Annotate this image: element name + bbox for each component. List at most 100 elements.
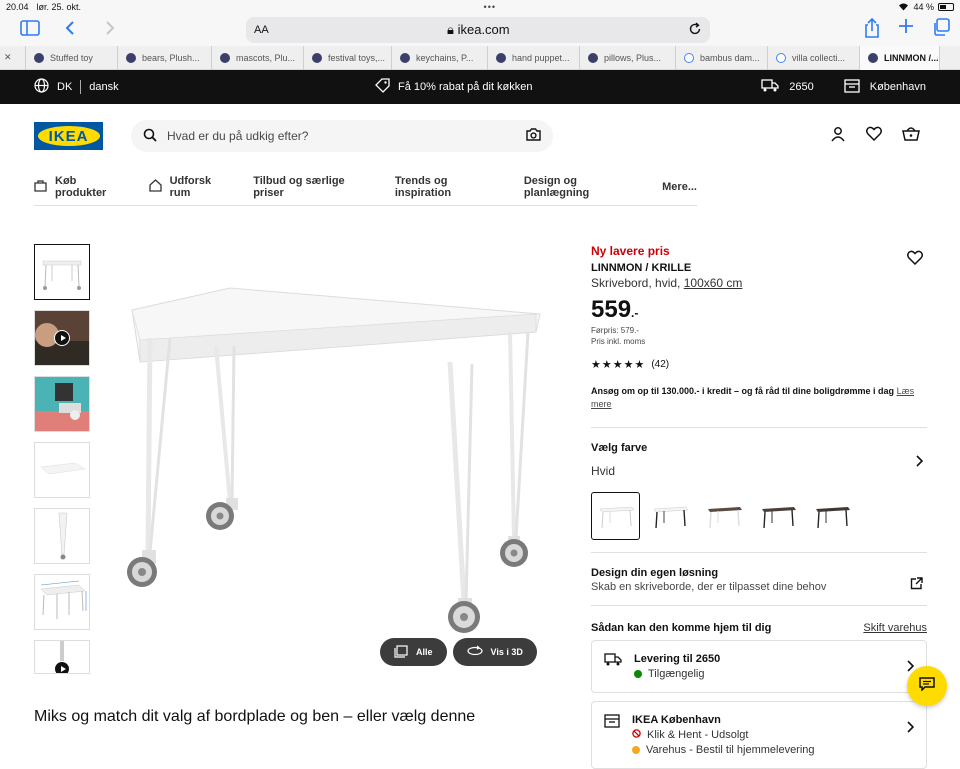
sidebar-icon[interactable]	[10, 19, 50, 41]
swatch-dark-black[interactable]	[807, 492, 856, 540]
nav-offers[interactable]: Tilbud og særlige priser	[253, 175, 373, 199]
new-tab-icon[interactable]	[898, 18, 914, 43]
color-swatches	[591, 492, 927, 540]
browser-tab[interactable]: villa collecti...	[768, 45, 860, 70]
tab-label: keychains, P...	[416, 52, 474, 63]
favicon-icon	[496, 52, 506, 63]
camera-icon[interactable]	[526, 128, 541, 144]
globe-icon	[34, 78, 49, 96]
tag-icon	[375, 78, 390, 96]
tab-label: bambus dam...	[700, 52, 760, 63]
nav-design-planning[interactable]: Design og planlægning	[524, 175, 640, 199]
thumbnail-leg[interactable]	[34, 508, 90, 564]
thumbnail-desk-white[interactable]	[34, 244, 90, 300]
add-to-wishlist-heart-icon[interactable]	[907, 250, 923, 270]
thumbnail-list	[34, 244, 90, 684]
product-size-link[interactable]: 100x60 cm	[684, 276, 743, 290]
language-selector[interactable]: DK dansk	[34, 78, 119, 96]
tab-bar: ✕ Stuffed toy bears, Plush... mascots, Plu…	[0, 45, 960, 70]
design-your-own-link[interactable]: Design din egen løsning Skab en skrivebo…	[591, 567, 927, 593]
tab-label: mascots, Plu...	[236, 52, 296, 63]
thumbnail-video-2[interactable]	[34, 640, 90, 674]
forward-icon[interactable]	[90, 20, 130, 41]
show-all-button[interactable]: Alle	[380, 638, 447, 666]
view-3d-button[interactable]: Vis i 3D	[452, 638, 537, 666]
ikea-logo[interactable]: IKEA	[34, 122, 103, 150]
store-title: IKEA København	[632, 714, 721, 726]
browser-tab[interactable]: bears, Plush...	[118, 45, 212, 70]
favicon-icon	[588, 52, 598, 63]
multitask-dots[interactable]: •••	[81, 2, 898, 12]
nav-trends[interactable]: Trends og inspiration	[395, 175, 502, 199]
delivery-heading: Sådan kan den komme hjem til dig	[591, 622, 772, 634]
share-icon[interactable]	[864, 17, 880, 43]
rating-stars: ★★★★★	[591, 359, 646, 371]
reload-icon[interactable]	[688, 21, 702, 39]
thumbnail-tabletop[interactable]	[34, 442, 90, 498]
delivery-option-home[interactable]: Levering til 2650 Tilgængelig	[591, 640, 927, 693]
delivery-header: Sådan kan den komme hjem til dig Skift v…	[591, 622, 927, 634]
browser-tab[interactable]: bambus dam...	[676, 45, 768, 70]
url-bar[interactable]: AA 🔒︎ ikea.com	[246, 17, 710, 43]
thumbnail-video-1[interactable]	[34, 310, 90, 366]
swatch-brown-white[interactable]	[699, 492, 748, 540]
truck-icon	[604, 653, 622, 680]
divider	[591, 427, 927, 428]
tab-label: pillows, Plus...	[604, 52, 662, 63]
delivery-option-store[interactable]: IKEA København Klik & Hent - Udsolgt Var…	[591, 701, 927, 769]
tab-partial[interactable]: ✕	[0, 45, 26, 70]
browser-tab[interactable]: LINNMON /...	[860, 45, 940, 70]
battery-icon	[938, 3, 954, 11]
browser-tab[interactable]: mascots, Plu...	[212, 45, 304, 70]
product-info-panel: Ny lavere pris LINNMON / KRILLE Skrivebo…	[591, 244, 927, 769]
product-main-image[interactable]	[110, 240, 560, 660]
browser-tab[interactable]: Stuffed toy	[26, 45, 118, 70]
browser-tab[interactable]: festival toys,...	[304, 45, 392, 70]
show-all-label: Alle	[416, 647, 433, 657]
color-value: Hvid	[591, 464, 616, 478]
tab-label: bears, Plush...	[142, 52, 200, 63]
chat-button[interactable]	[907, 666, 947, 706]
gallery-buttons: Alle Vis i 3D	[380, 638, 537, 666]
browser-tab[interactable]: hand puppet...	[488, 45, 580, 70]
rating[interactable]: ★★★★★ (42)	[591, 358, 927, 371]
close-icon[interactable]: ✕	[4, 52, 12, 63]
tab-label: LINNMON /...	[884, 52, 939, 63]
country-code: DK	[57, 81, 73, 93]
search-icon	[143, 128, 157, 145]
tabs-overview-icon[interactable]	[932, 17, 950, 43]
change-store-link[interactable]: Skift varehus	[863, 622, 927, 634]
search-input[interactable]: Hvad er du på udkig efter?	[131, 120, 553, 152]
lock-icon: 🔒︎	[447, 22, 454, 37]
favicon-icon	[868, 52, 878, 63]
nav-label: Mere...	[662, 180, 697, 193]
gallery-icon	[394, 644, 408, 660]
back-icon[interactable]	[50, 20, 90, 41]
promo-link[interactable]: Få 10% rabat på dit køkken	[375, 78, 533, 96]
browser-tab[interactable]: keychains, P...	[392, 45, 488, 70]
nav-more[interactable]: Mere...	[662, 181, 697, 193]
store-selector[interactable]: København	[844, 78, 926, 96]
product-title: LINNMON / KRILLE	[591, 262, 692, 274]
credit-offer: Ansøg om op til 130.000.- i kredit – og …	[591, 385, 927, 411]
swatch-brown-black[interactable]	[753, 492, 802, 540]
design-title: Design din egen løsning	[591, 567, 719, 579]
swatch-white-black[interactable]	[645, 492, 694, 540]
bag-icon	[34, 179, 47, 195]
nav-shop-products[interactable]: Køb produkter	[34, 175, 127, 199]
divider	[80, 80, 82, 94]
cart-icon[interactable]	[902, 126, 920, 147]
account-icon[interactable]	[830, 126, 846, 147]
postal-code-selector[interactable]: 2650	[761, 79, 814, 95]
thumbnail-dimensions[interactable]	[34, 574, 90, 630]
wishlist-heart-icon[interactable]	[866, 126, 882, 147]
browser-tab[interactable]: pillows, Plus...	[580, 45, 676, 70]
store-icon	[604, 714, 620, 756]
nav-explore-rooms[interactable]: Udforsk rum	[148, 175, 232, 199]
reader-aa-button[interactable]: AA	[254, 24, 269, 36]
thumbnail-room[interactable]	[34, 376, 90, 432]
swatch-white[interactable]	[591, 492, 640, 540]
color-selector[interactable]: Vælg farve Hvid	[591, 442, 927, 478]
unavailable-icon	[632, 729, 641, 741]
nav-label: Tilbud og særlige priser	[253, 174, 345, 199]
